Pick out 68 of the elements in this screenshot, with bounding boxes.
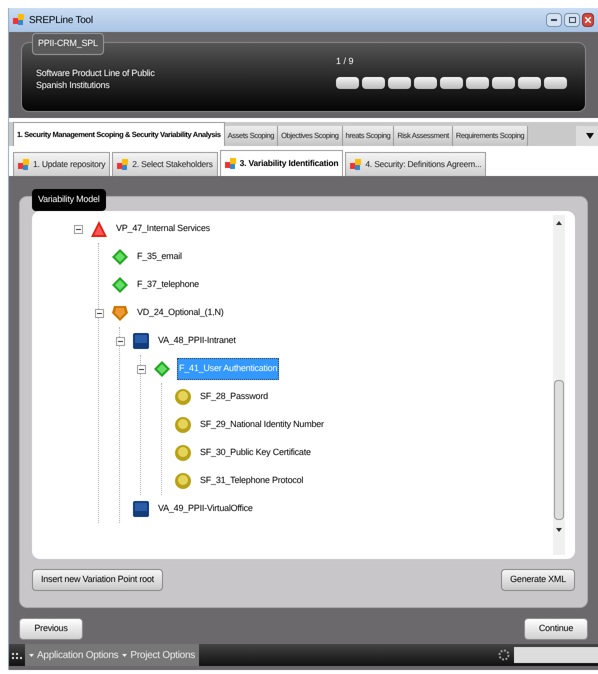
feature-node-icon [111,248,129,266]
caret-icon [122,654,128,656]
tab[interactable]: 3. Variability Identification [220,150,344,176]
caret-icon [29,654,34,656]
collapse-toggle[interactable] [137,364,146,374]
progress-segment [336,76,359,88]
scrollbar-thumb[interactable] [554,380,564,520]
tree-item[interactable]: VP_47_Internal Services [114,222,212,236]
feature-node-icon [153,360,171,378]
tab-icon [350,159,362,170]
window-title: SREPLine Tool [29,14,93,28]
tab-icon [117,159,128,170]
group-title: Variability Model [32,189,106,210]
tab-icon [224,158,236,169]
vp-node-icon [90,220,108,238]
button[interactable]: Insert new Variation Point root [32,569,163,591]
close-icon [585,17,591,23]
tree-item[interactable]: SF_29_National Identity Number [198,418,326,432]
progress-segment [388,76,411,88]
collapse-toggle[interactable] [95,308,104,318]
progress-segment [440,76,463,88]
progress-segment [362,76,385,88]
progress-segment [518,76,541,88]
close-button[interactable] [582,13,594,27]
tab[interactable]: 2. Select Stakeholders [112,152,218,176]
va-node-icon [132,332,150,350]
grip-icon [12,650,22,660]
menu-item[interactable]: Application Options [29,648,118,662]
tree-item[interactable]: VA_48_PPII-Intranet [156,334,238,348]
tree-item[interactable]: F_35_email [135,250,184,264]
app-icon [13,14,25,26]
project-name: PPII-CRM_SPL [32,33,104,54]
tree-item[interactable]: VD_24_Optional_(1,N) [135,306,226,320]
tab-icon [18,159,29,170]
tab[interactable]: 1. Update repository [13,152,110,176]
tree-item[interactable]: VA_49_PPII-VirtualOffice [156,502,255,516]
va-node-icon [132,500,150,518]
sf-node-icon [174,416,192,434]
button[interactable]: Generate XML [501,569,575,591]
maximize-button[interactable] [564,13,580,27]
scroll-up-icon [556,221,562,225]
tree-item[interactable]: SF_30_Public Key Certificate [198,446,313,460]
sf-node-icon [174,444,192,462]
project-description: Software Product Line of Public Spanish Institutions [36,67,156,92]
sf-node-icon [174,472,192,490]
scroll-down-icon [556,528,562,532]
tab[interactable]: 4. Security: Definitions Agreem... [345,152,486,176]
feature-node-icon [111,276,129,294]
sf-node-icon [174,388,192,406]
progress-segment [414,76,437,88]
maximize-icon [568,17,576,23]
minimize-icon [551,19,557,21]
progress-segment [544,76,567,88]
progress-segment [492,76,515,88]
tree-item[interactable]: SF_31_Telephone Protocol [198,474,306,488]
tree-item[interactable]: F_37_telephone [135,278,201,292]
collapse-toggle[interactable] [116,336,125,346]
spinner-icon [498,649,510,661]
vd-node-icon [111,304,129,322]
minimize-button[interactable] [546,13,562,27]
dropdown-icon[interactable] [586,133,594,139]
step-counter: 1 / 9 [336,55,355,68]
progress-segment [466,76,489,88]
button[interactable]: Previous [19,618,83,640]
button[interactable]: Continue [524,618,588,640]
menu-item[interactable]: Project Options [122,648,196,662]
tree-item[interactable]: SF_28_Password [198,390,270,404]
collapse-toggle[interactable] [74,224,83,234]
